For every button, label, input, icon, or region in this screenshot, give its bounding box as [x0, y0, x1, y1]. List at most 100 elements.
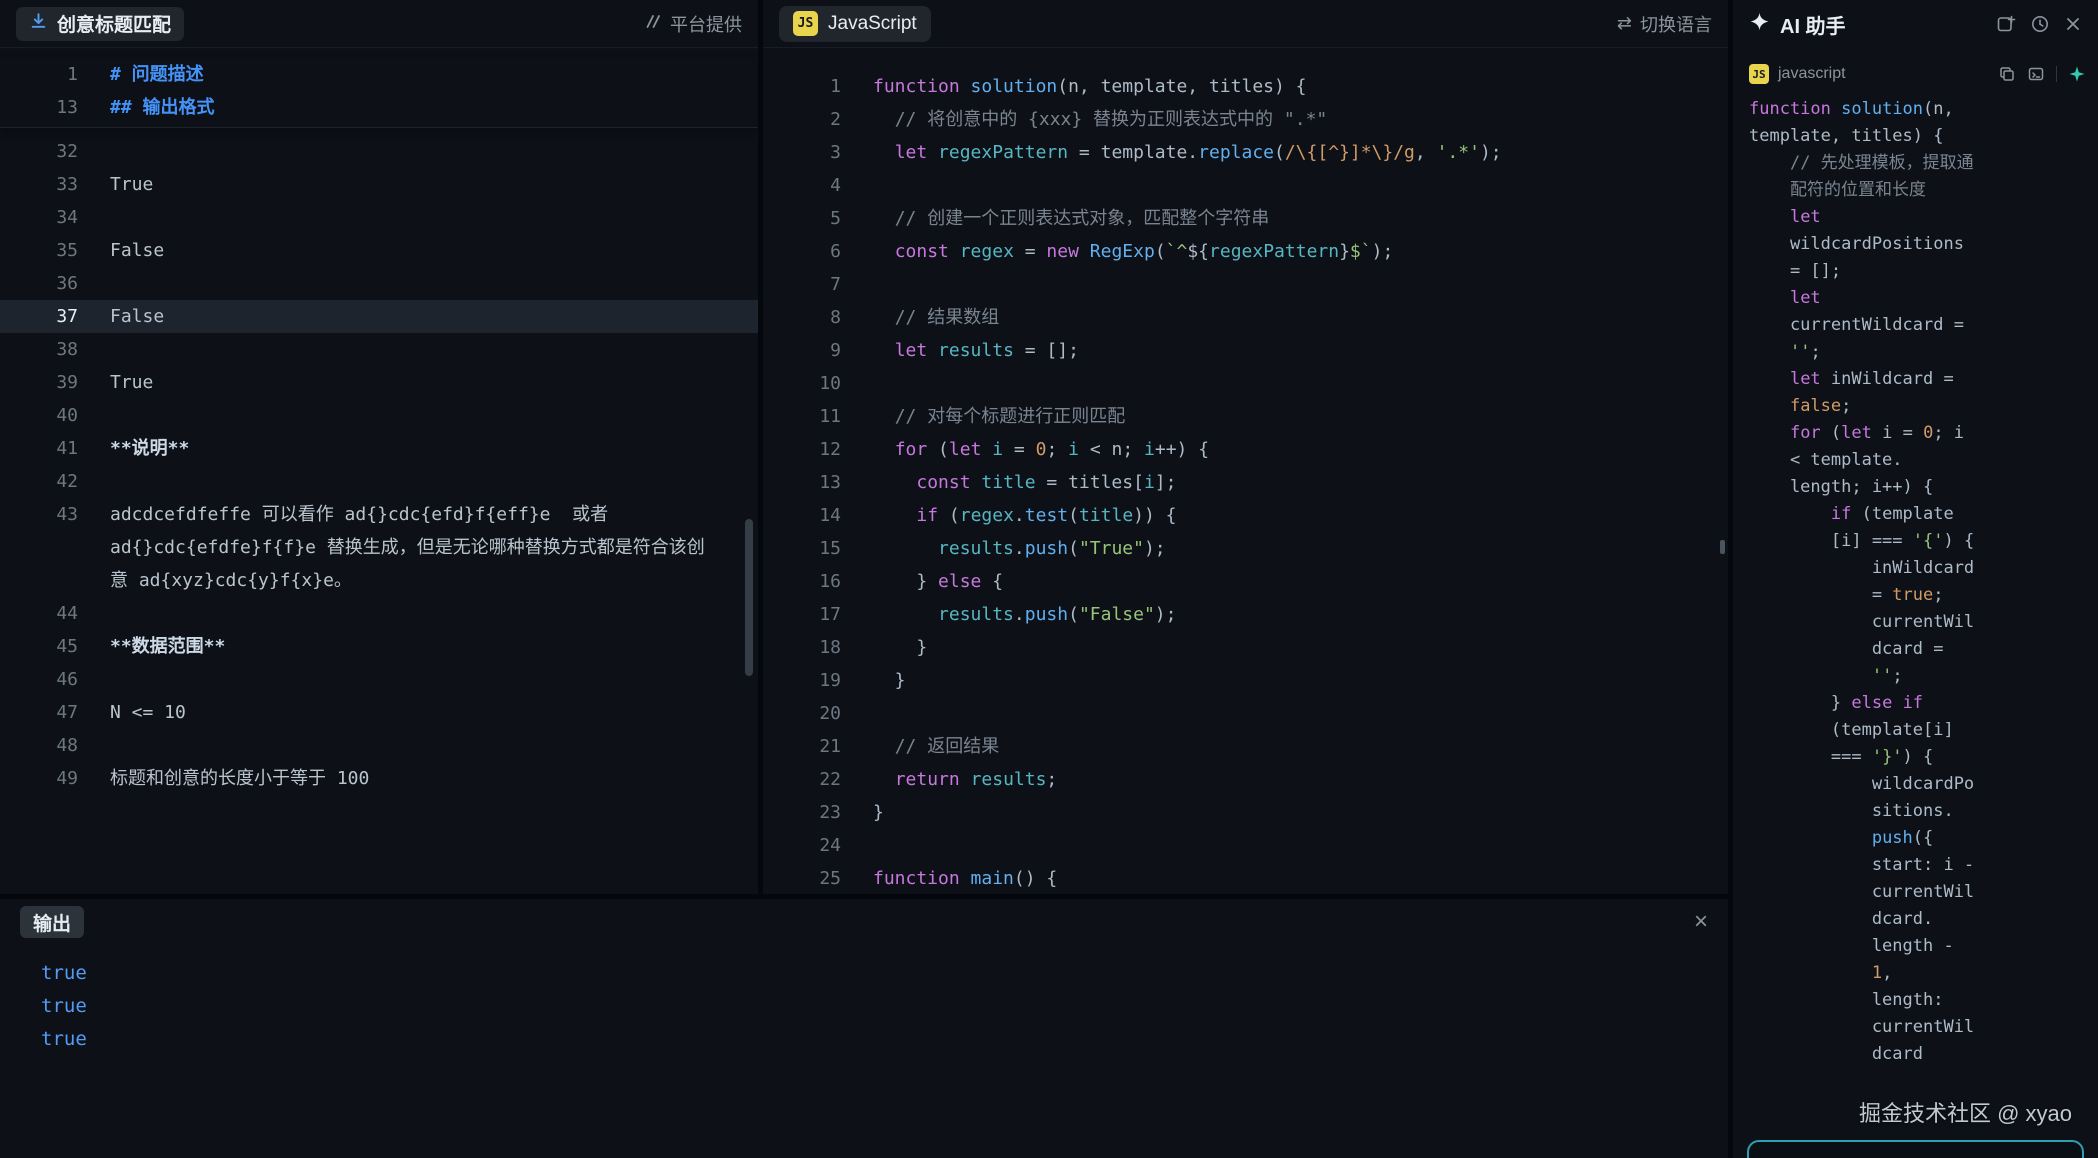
description-line-32[interactable]: 32 [0, 135, 758, 168]
copy-icon[interactable] [1998, 65, 2016, 83]
editor-line-14[interactable]: 14 if (regex.test(title)) { [763, 499, 1728, 532]
description-line-44[interactable]: 44 [0, 597, 758, 630]
editor-line-7[interactable]: 7 [763, 268, 1728, 301]
editor-line-17[interactable]: 17 results.push("False"); [763, 598, 1728, 631]
token-pl: (n, [1923, 99, 1964, 119]
description-line-38[interactable]: 38 [0, 333, 758, 366]
editor-line-21[interactable]: 21 // 返回结果 [763, 730, 1728, 763]
token-pl [873, 241, 895, 262]
token-pl [1079, 241, 1090, 262]
history-icon[interactable] [2030, 14, 2050, 34]
editor-line-6[interactable]: 6 const regex = new RegExp(`^${regexPatt… [763, 235, 1728, 268]
editor-body[interactable]: 1function solution(n, template, titles) … [763, 48, 1728, 894]
code-text: function solution(n, [1749, 99, 1964, 119]
line-number: 11 [763, 400, 841, 433]
editor-line-4[interactable]: 4 [763, 169, 1728, 202]
editor-line-16[interactable]: 16 } else { [763, 565, 1728, 598]
sticky-headings: 1# 问题描述13## 输出格式 [0, 58, 758, 128]
description-text: **数据范围** [110, 630, 758, 663]
editor-line-24[interactable]: 24 [763, 829, 1728, 862]
editor-line-5[interactable]: 5 // 创建一个正则表达式对象，匹配整个字符串 [763, 202, 1728, 235]
close-icon[interactable]: × [1694, 910, 1708, 934]
editor-line-11[interactable]: 11 // 对每个标题进行正则匹配 [763, 400, 1728, 433]
description-line-43[interactable]: 43adcdcefdfeffe 可以看作 ad{}cdc{efd}f{eff}e… [0, 498, 758, 597]
token-pl [1749, 423, 1790, 443]
output-lines: truetruetrue [0, 945, 1728, 1056]
description-line-1[interactable]: 1# 问题描述 [0, 58, 758, 91]
token-pl: length - [1749, 936, 1964, 956]
description-line-42[interactable]: 42 [0, 465, 758, 498]
scrollbar-thumb[interactable] [745, 519, 753, 676]
editor-line-20[interactable]: 20 [763, 697, 1728, 730]
description-line-33[interactable]: 33True [0, 168, 758, 201]
description-text [110, 333, 758, 366]
new-session-icon[interactable] [1996, 14, 2016, 34]
token-pl [1892, 693, 1902, 713]
description-line-37[interactable]: 37False [0, 300, 758, 333]
editor-line-18[interactable]: 18 } [763, 631, 1728, 664]
description-line-45[interactable]: 45**数据范围** [0, 630, 758, 663]
ai-chat-body[interactable]: JS javascript [1733, 48, 2098, 1068]
editor-line-9[interactable]: 9 let results = []; [763, 334, 1728, 367]
code-text: results.push("True"); [873, 532, 1166, 565]
editor-line-3[interactable]: 3 let regexPattern = template.replace(/\… [763, 136, 1728, 169]
code-text: === '}') { [1749, 747, 1933, 767]
ai-input[interactable] [1763, 1154, 2068, 1158]
ai-input-box[interactable] [1747, 1140, 2084, 1158]
editor-line-2[interactable]: 2 // 将创意中的 {xxx} 替换为正则表达式中的 ".*" [763, 103, 1728, 136]
token-re: /\{[^}]*\}/g [1285, 142, 1415, 163]
editor-line-10[interactable]: 10 [763, 367, 1728, 400]
token-pl: ( [1068, 505, 1079, 526]
editor-line-13[interactable]: 13 const title = titles[i]; [763, 466, 1728, 499]
editor-line-8[interactable]: 8 // 结果数组 [763, 301, 1728, 334]
sparkle-gradient-icon[interactable] [2068, 65, 2086, 83]
editor-line-25[interactable]: 25function main() { [763, 862, 1728, 894]
token-pl: start: i - [1749, 855, 1984, 875]
token-pl: ( [1068, 604, 1079, 625]
editor-line-19[interactable]: 19 } [763, 664, 1728, 697]
token-pl [873, 175, 884, 196]
tab-javascript[interactable]: JS JavaScript [779, 6, 931, 42]
editor-line-22[interactable]: 22 return results; [763, 763, 1728, 796]
code-text: false; [1749, 396, 1851, 416]
token-cm: // 将创意中的 {xxx} 替换为正则表达式中的 ".*" [895, 109, 1328, 130]
platform-slashes-icon [643, 13, 662, 34]
description-body[interactable]: 1# 问题描述13## 输出格式 3233True3435False3637Fa… [0, 48, 758, 894]
description-line-39[interactable]: 39True [0, 366, 758, 399]
token-kw: let [1790, 207, 1821, 227]
description-line-40[interactable]: 40 [0, 399, 758, 432]
close-icon[interactable] [2064, 15, 2082, 33]
scrollbar-mark[interactable] [1720, 540, 1725, 554]
description-line-35[interactable]: 35False [0, 234, 758, 267]
problem-title-chip[interactable]: 创意标题匹配 [16, 7, 184, 41]
description-line-36[interactable]: 36 [0, 267, 758, 300]
editor-line-15[interactable]: 15 results.push("True"); [763, 532, 1728, 565]
divider [2056, 66, 2057, 82]
token-kw: let [895, 142, 928, 163]
output-tab[interactable]: 输出 [20, 906, 84, 938]
insert-code-icon[interactable] [2027, 65, 2045, 83]
ai-code-line: function solution(n, [1749, 96, 2092, 123]
description-text: False [110, 234, 758, 267]
editor-line-12[interactable]: 12 for (let i = 0; i < n; i++) { [763, 433, 1728, 466]
token-pl: length; i++) { [1749, 477, 1933, 497]
token-nm: false [1790, 396, 1841, 416]
token-vr: results [938, 538, 1014, 559]
description-line-48[interactable]: 48 [0, 729, 758, 762]
token-vr: title [1079, 505, 1133, 526]
ai-code-line: } else if [1749, 690, 2092, 717]
editor-line-1[interactable]: 1function solution(n, template, titles) … [763, 70, 1728, 103]
description-line-46[interactable]: 46 [0, 663, 758, 696]
editor-line-23[interactable]: 23} [763, 796, 1728, 829]
code-text: // 对每个标题进行正则匹配 [873, 400, 1125, 433]
token-vr: regexPattern [938, 142, 1068, 163]
description-line-34[interactable]: 34 [0, 201, 758, 234]
switch-language-button[interactable]: ⇄ 切换语言 [1617, 11, 1712, 37]
description-line-13[interactable]: 13## 输出格式 [0, 91, 758, 124]
token-pl: } [1749, 693, 1851, 713]
description-line-47[interactable]: 47N <= 10 [0, 696, 758, 729]
description-line-49[interactable]: 49标题和创意的长度小于等于 100 [0, 762, 758, 795]
description-line-41[interactable]: 41**说明** [0, 432, 758, 465]
line-number: 8 [763, 301, 841, 334]
line-number: 42 [0, 465, 78, 498]
